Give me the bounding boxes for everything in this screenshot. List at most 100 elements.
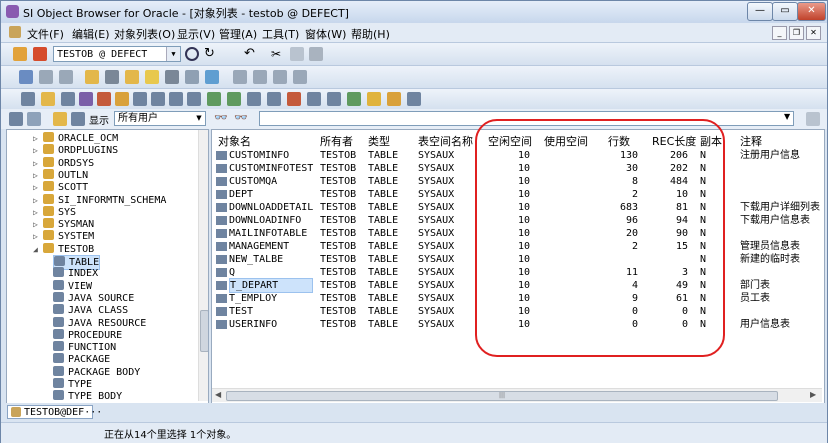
menu-edit[interactable]: 编辑(E) [72,26,110,42]
expand-arrow-icon[interactable]: ▷ [33,181,43,194]
column-header[interactable]: 所有者 [320,133,353,149]
synonym-object-icon[interactable] [79,92,93,106]
tree-item[interactable]: PROCEDURE [53,328,122,342]
mdi-restore-button[interactable]: ❐ [789,26,804,40]
menu-objectlist[interactable]: 对象列表(O) [114,26,175,42]
procedure-object-icon[interactable] [133,92,147,106]
storage-icon[interactable] [165,70,179,84]
table-row[interactable]: NEW_TALBE TESTOB TABLE SYSAUX 10 N 新建的临时表 [212,253,820,266]
expand-arrow-icon[interactable]: ▷ [33,144,43,157]
tree-item[interactable]: ▷ SYSTEM [33,230,94,243]
scroll-thumb[interactable]: ||| [226,391,778,401]
table-row[interactable]: T_DEPART TESTOB TABLE SYSAUX 10 4 49 N 部门表 [212,278,820,293]
job-object-icon[interactable] [287,92,301,106]
view-object-icon[interactable] [61,92,75,106]
tree-item[interactable]: ▷ ORACLE_OCM [33,132,118,145]
expand-arrow-icon[interactable]: ▷ [33,194,43,207]
tree-item[interactable]: ▷ SYS [33,205,76,219]
compare-icon[interactable] [293,70,307,84]
scroll-left-icon[interactable]: ◀ [215,390,221,399]
binoculars-icon[interactable]: 👓 [214,111,228,124]
export-icon[interactable] [253,70,267,84]
tree-item[interactable]: ▷ SI_INFORMTN_SCHEMA [33,193,166,207]
segment-icon[interactable] [185,70,199,84]
column-header[interactable]: REC长度 [652,133,696,149]
scroll-right-icon[interactable]: ▶ [810,390,816,399]
table-row[interactable]: CUSTOMQA TESTOB TABLE SYSAUX 10 8 484 N [212,175,820,188]
tree-item[interactable]: JAVA CLASS [53,304,128,317]
refresh-icon[interactable]: ↻ [204,47,218,61]
search-go-icon[interactable] [806,112,820,126]
tree-item[interactable]: TYPE BODY [53,390,122,403]
user-icon[interactable] [85,70,99,84]
mdi-minimize-button[interactable]: _ [772,26,787,40]
sql-icon[interactable] [19,70,33,84]
package-object-icon[interactable] [115,92,129,106]
queue-object-icon[interactable] [267,92,281,106]
circle-icon[interactable] [185,47,199,61]
chevron-down-icon[interactable]: ▼ [784,112,790,121]
document-tab[interactable]: TESTOB@DEF··· [7,405,102,419]
minimize-button[interactable]: — [747,2,773,21]
tree-item[interactable]: JAVA RESOURCE [53,316,146,330]
column-header[interactable]: 注释 [740,133,762,149]
menu-manage[interactable]: 管理(A) [219,26,257,42]
column-header[interactable]: 行数 [608,133,630,149]
refresh-objects-icon[interactable] [367,92,381,106]
report-icon[interactable] [233,70,247,84]
menu-window[interactable]: 窗体(W) [305,26,346,42]
column-header[interactable]: 类型 [368,133,390,149]
menu-view[interactable]: 显示(V) [177,26,215,42]
table-row[interactable]: T_EMPLOY TESTOB TABLE SYSAUX 10 9 61 N 员工表 [212,292,820,305]
find-next-icon[interactable]: 👓 [234,111,248,124]
tree-item[interactable]: ▷ SCOTT [33,181,88,194]
column-header[interactable]: 副本 [700,133,722,149]
tree-item[interactable]: INDEX [53,267,98,280]
undo-icon[interactable]: ↶ [244,47,258,61]
menu-tools[interactable]: 工具(T) [262,26,299,42]
dblink-object-icon[interactable] [227,92,241,106]
sequence-object-icon[interactable] [97,92,111,106]
menu-help[interactable]: 帮助(H) [351,26,390,42]
table-icon[interactable] [59,70,73,84]
connect-icon[interactable] [13,47,27,61]
tree-item[interactable]: ▷ ORDPLUGINS [33,144,118,157]
key-icon[interactable] [387,92,401,106]
table-row[interactable]: DEPT TESTOB TABLE SYSAUX 10 2 10 N [212,188,820,201]
dimension-object-icon[interactable] [327,92,341,106]
object-filter-icon[interactable] [71,112,85,126]
lock-icon[interactable] [145,70,159,84]
cut-icon[interactable]: ✂ [271,47,285,61]
table-row[interactable]: TEST TESTOB TABLE SYSAUX 10 0 0 N [212,305,820,318]
expand-arrow-icon[interactable]: ▷ [33,230,43,243]
table-row[interactable]: MANAGEMENT TESTOB TABLE SYSAUX 10 2 15 N 管理员信息表 [212,240,820,253]
tree-item[interactable]: JAVA SOURCE [53,291,134,305]
owner-filter-select[interactable]: 所有用户 ▼ [114,111,206,126]
table-row[interactable]: DOWNLOADDETAIL TESTOB TABLE SYSAUX 10 683 81 N 下… [212,201,820,214]
maximize-button[interactable]: ▭ [772,2,798,21]
trigger-object-icon[interactable] [169,92,183,106]
list-view-icon[interactable] [27,112,41,126]
mdi-close-button[interactable]: ✕ [806,26,821,40]
index-object-icon[interactable] [41,92,55,106]
user-filter-icon[interactable] [53,112,67,126]
table-row[interactable]: CUSTOMINFOTEST TESTOB TABLE SYSAUX 10 30 202 N [212,162,820,175]
expand-arrow-icon[interactable]: ▷ [33,132,43,145]
tree-item[interactable]: PACKAGE [53,353,110,366]
java-object-icon[interactable] [207,92,221,106]
expand-arrow-icon[interactable]: ▷ [33,169,43,182]
tree-item[interactable]: ▷ OUTLN [33,168,88,182]
expand-arrow-icon[interactable]: ▷ [33,206,43,219]
tree-item[interactable]: VIEW [53,279,92,293]
role-icon[interactable] [125,70,139,84]
type-object-icon[interactable] [187,92,201,106]
expand-arrow-icon[interactable]: ▷ [33,157,43,170]
table-row[interactable]: CUSTOMINFO TESTOB TABLE SYSAUX 10 130 206 N 注册用户… [212,149,820,162]
column-header[interactable]: 表空间名称 [418,133,473,149]
table-row[interactable]: USERINFO TESTOB TABLE SYSAUX 10 0 0 N 用户信息表 [212,318,820,331]
tree-item[interactable]: PACKAGE BODY [53,365,140,379]
tree-item[interactable]: TYPE [53,378,92,391]
snapshot-object-icon[interactable] [247,92,261,106]
table-row[interactable]: MAILINFOTABLE TESTOB TABLE SYSAUX 10 20 90 N [212,227,820,240]
expand-arrow-icon[interactable]: ◢ [33,243,43,256]
